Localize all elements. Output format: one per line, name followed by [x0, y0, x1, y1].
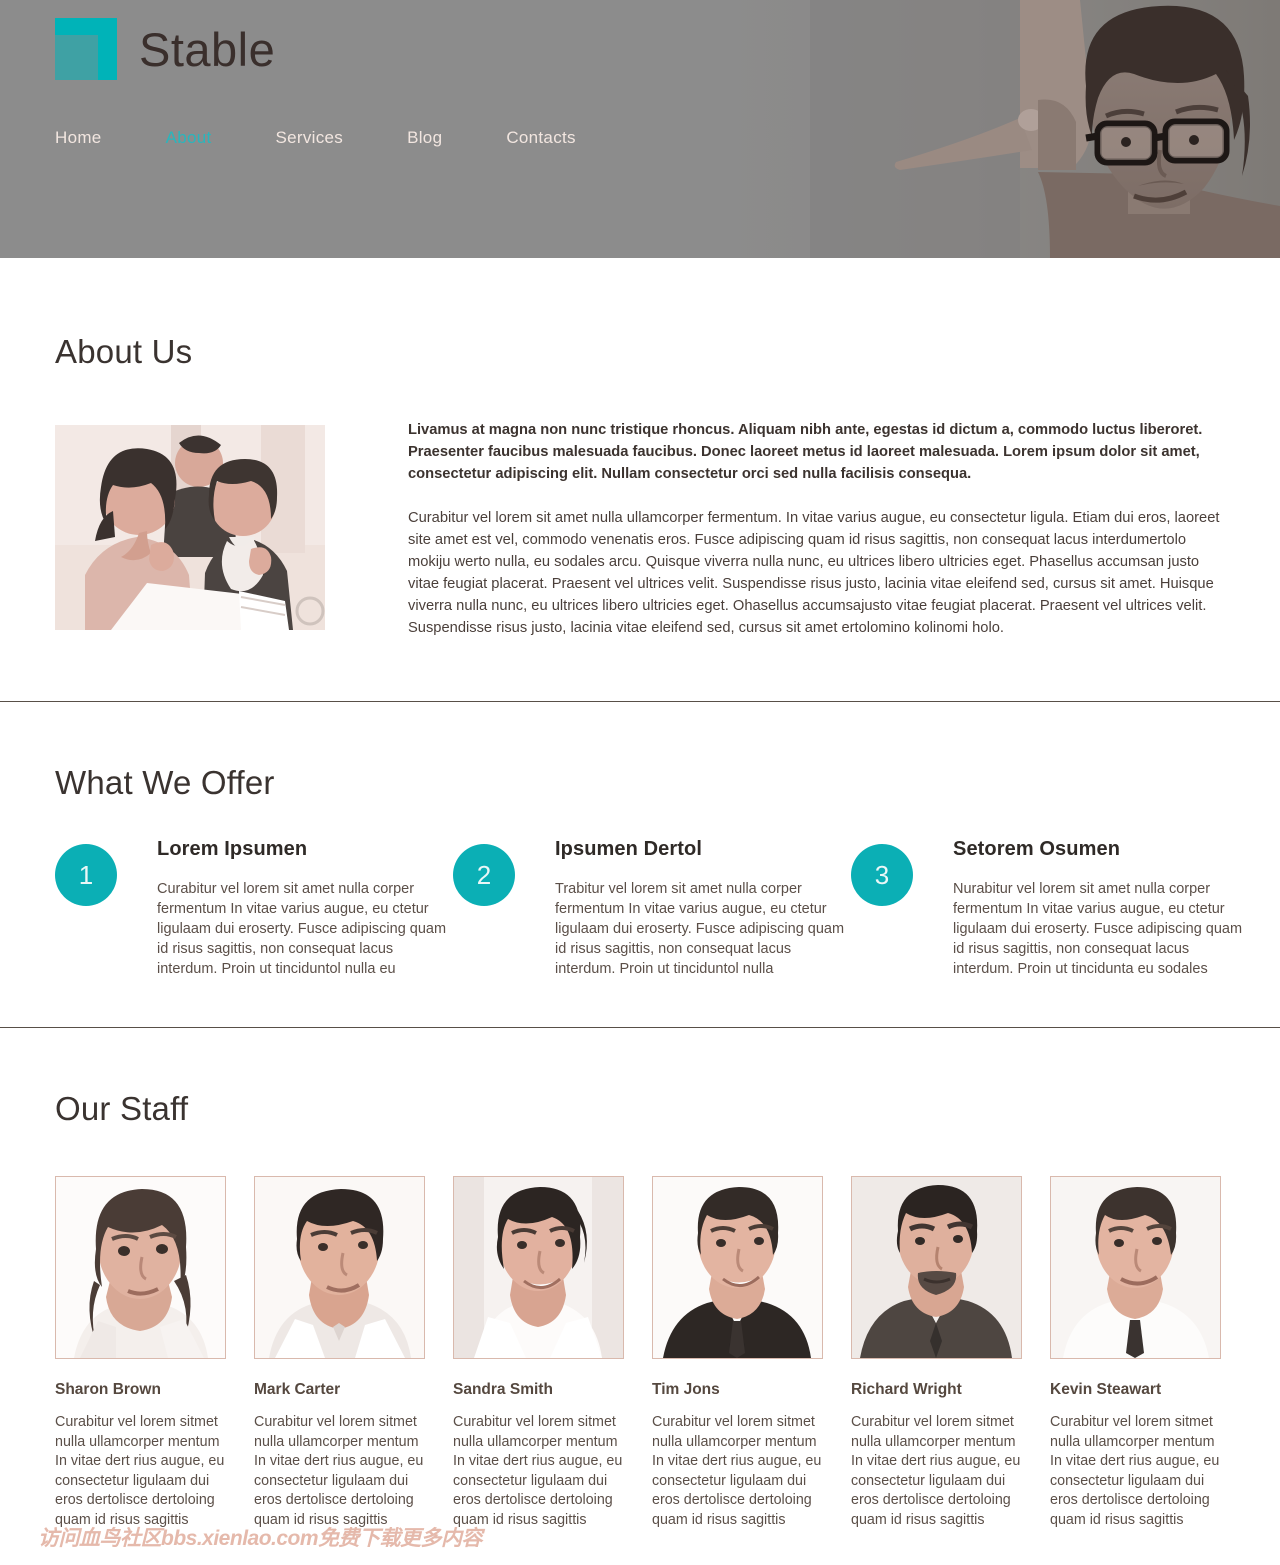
offer-item-text: Nurabitur vel lorem sit amet nulla corpe… [953, 881, 1243, 977]
nav-item-contacts[interactable]: Contacts [506, 128, 576, 148]
staff-bio: Curabitur vel lorem sitmet nulla ullamco… [851, 1414, 1021, 1528]
staff-name: Kevin Steawart [1050, 1381, 1162, 1398]
offer-list: 1 Lorem Ipsumen Curabitur vel lorem sit … [55, 838, 1242, 979]
offer-number-badge: 1 [55, 844, 117, 906]
staff-photo [851, 1176, 1022, 1359]
offer-section: What We Offer 1 Lorem Ipsumen Curabitur … [0, 702, 1280, 1027]
offer-item-text: Trabitur vel lorem sit amet nulla corper… [555, 881, 845, 977]
offer-item-heading: Setorem Osumen [953, 838, 1121, 860]
staff-card[interactable]: Mark Carter Curabitur vel lorem sitmet n… [254, 1176, 439, 1531]
staff-name: Mark Carter [254, 1381, 341, 1398]
offer-item[interactable]: 2 Ipsumen Dertol Trabitur vel lorem sit … [453, 838, 851, 979]
about-content-row: Livamus at magna non nunc tristique rhon… [55, 419, 1225, 639]
staff-section: Our Staff Sharon Brown Curabitur vel lor… [0, 1028, 1280, 1541]
staff-photo [1050, 1176, 1221, 1359]
staff-name: Tim Jons [652, 1381, 720, 1398]
staff-card[interactable]: Tim Jons Curabitur vel lorem sitmet null… [652, 1176, 837, 1531]
staff-photo [254, 1176, 425, 1359]
offer-item-heading: Ipsumen Dertol [555, 838, 702, 860]
logo-mark-inner [55, 35, 98, 80]
about-text-block: Livamus at magna non nunc tristique rhon… [408, 419, 1225, 639]
nav-item-home[interactable]: Home [55, 128, 102, 148]
nav-item-services[interactable]: Services [276, 128, 344, 148]
staff-photo [453, 1176, 624, 1359]
staff-card[interactable]: Kevin Steawart Curabitur vel lorem sitme… [1050, 1176, 1235, 1531]
staff-list: Sharon Brown Curabitur vel lorem sitmet … [55, 1176, 1225, 1531]
staff-card[interactable]: Sandra Smith Curabitur vel lorem sitmet … [453, 1176, 638, 1531]
about-paragraph-body: Curabitur vel lorem sit amet nulla ullam… [408, 510, 1220, 636]
staff-bio: Curabitur vel lorem sitmet nulla ullamco… [55, 1414, 225, 1528]
hero-photo [720, 0, 1280, 258]
offer-item[interactable]: 1 Lorem Ipsumen Curabitur vel lorem sit … [55, 838, 453, 979]
staff-bio: Curabitur vel lorem sitmet nulla ullamco… [254, 1414, 424, 1528]
offer-item-body: Ipsumen Dertol Trabitur vel lorem sit am… [555, 838, 845, 979]
main-navigation[interactable]: Home About Services Blog Contacts [55, 128, 576, 148]
staff-name: Sandra Smith [453, 1381, 553, 1398]
watermark-text: 访问血鸟社区bbs.xienlao.com免费下载更多内容 [38, 1527, 483, 1550]
site-logo[interactable]: Stable [55, 18, 275, 80]
staff-title: Our Staff [55, 1090, 189, 1127]
about-image [55, 425, 325, 630]
staff-photo [55, 1176, 226, 1359]
staff-name: Sharon Brown [55, 1381, 161, 1398]
offer-item[interactable]: 3 Setorem Osumen Nurabitur vel lorem sit… [851, 838, 1249, 979]
about-title: About Us [55, 333, 193, 370]
offer-number-badge: 3 [851, 844, 913, 906]
staff-bio: Curabitur vel lorem sitmet nulla ullamco… [652, 1414, 822, 1528]
nav-item-about[interactable]: About [166, 128, 212, 148]
brand-name: Stable [139, 22, 276, 76]
staff-bio: Curabitur vel lorem sitmet nulla ullamco… [453, 1414, 623, 1528]
offer-item-text: Curabitur vel lorem sit amet nulla corpe… [157, 881, 447, 977]
about-section: About Us Livamus at magna non nunc trist… [0, 258, 1280, 701]
staff-name: Richard Wright [851, 1381, 962, 1398]
staff-card[interactable]: Sharon Brown Curabitur vel lorem sitmet … [55, 1176, 240, 1531]
offer-number-badge: 2 [453, 844, 515, 906]
site-header: Stable Home About Services Blog Contacts [0, 0, 1280, 258]
nav-item-blog[interactable]: Blog [407, 128, 442, 148]
offer-item-body: Setorem Osumen Nurabitur vel lorem sit a… [953, 838, 1243, 979]
staff-bio: Curabitur vel lorem sitmet nulla ullamco… [1050, 1414, 1220, 1528]
about-paragraph-lead: Livamus at magna non nunc tristique rhon… [408, 422, 1203, 482]
staff-card[interactable]: Richard Wright Curabitur vel lorem sitme… [851, 1176, 1036, 1531]
page-root: Stable Home About Services Blog Contacts… [0, 0, 1280, 1565]
offer-item-heading: Lorem Ipsumen [157, 838, 308, 860]
offer-item-body: Lorem Ipsumen Curabitur vel lorem sit am… [157, 838, 447, 979]
offer-title: What We Offer [55, 764, 275, 801]
logo-mark-icon [55, 18, 117, 80]
staff-photo [652, 1176, 823, 1359]
